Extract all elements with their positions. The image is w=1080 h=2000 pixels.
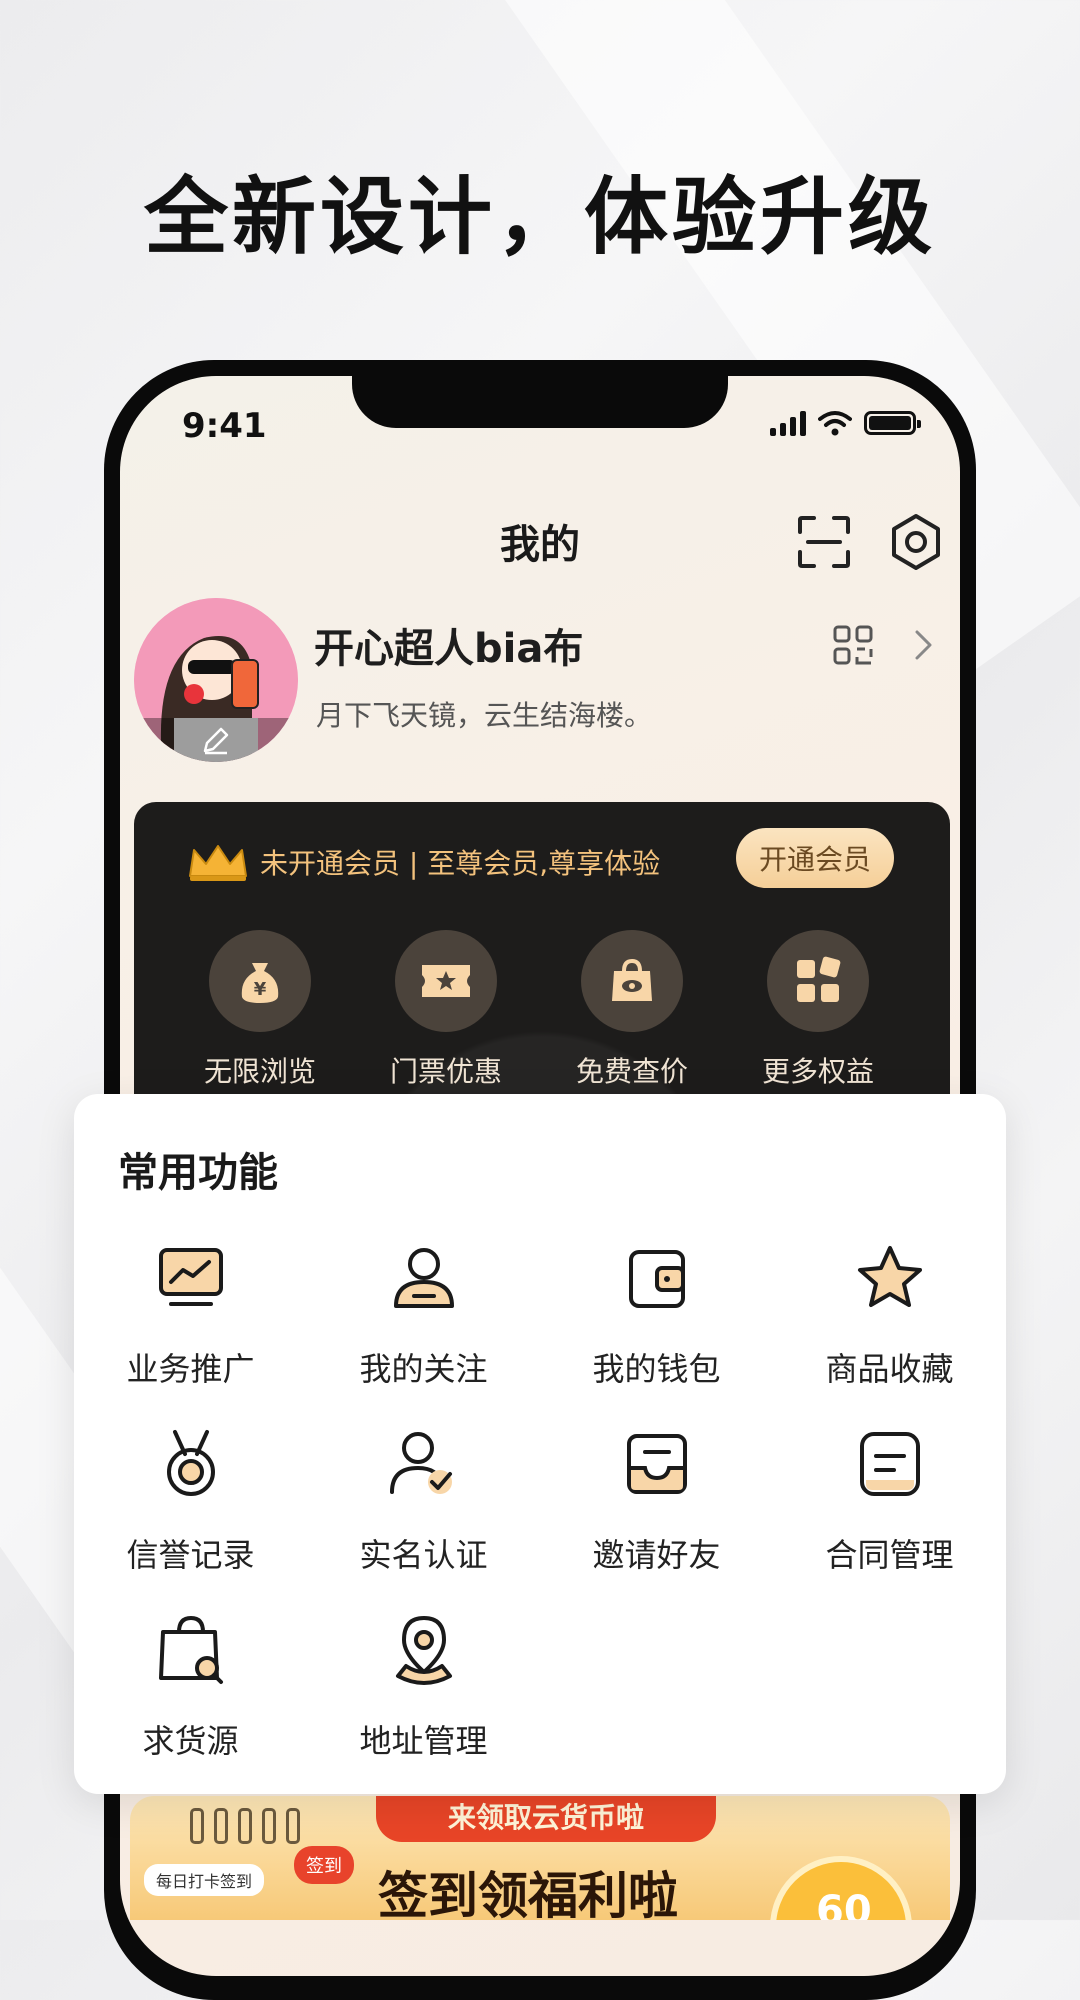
benefit-label: 门票优惠: [389, 1055, 502, 1088]
common-functions-card: 常用功能 业务推广 我的关注 我的钱包 商品收藏 信誉记录 实名认证 邀请好友 …: [74, 1094, 1006, 1794]
chevron-right-icon[interactable]: [912, 628, 936, 662]
signin-tag: 签到: [294, 1846, 354, 1884]
function-label: 邀请好友: [592, 1536, 721, 1574]
grid-icon: [797, 956, 841, 1002]
bag-search-icon: [158, 1615, 223, 1684]
coin-value: 60: [816, 1888, 872, 1920]
signal-icon: [770, 410, 806, 436]
benefit-free-price-check[interactable]: 免费查价: [552, 930, 712, 1090]
vip-card: 未开通会员 | 至尊会员,尊享体验 开通会员 ¥ 无限浏览 门票优惠 免费查价 …: [134, 802, 950, 1142]
signin-banner[interactable]: 来领取云货币啦 每日打卡签到 签到 签到领福利啦 60: [130, 1796, 950, 1920]
function-real-name-auth[interactable]: 实名认证: [307, 1424, 540, 1576]
person-check-icon: [389, 1432, 452, 1494]
wallet-icon: [628, 1250, 685, 1308]
function-business-promotion[interactable]: 业务推广: [74, 1238, 307, 1390]
inbox-icon: [626, 1434, 687, 1494]
benefit-ticket-discount[interactable]: 门票优惠: [366, 930, 526, 1090]
chart-monitor-icon: [158, 1248, 223, 1306]
wifi-icon: [818, 411, 852, 436]
benefit-more-rights[interactable]: 更多权益: [738, 930, 898, 1090]
banner-title: 签到领福利啦: [378, 1867, 678, 1920]
function-label: 业务推广: [126, 1350, 255, 1388]
pencil-icon: [203, 727, 229, 755]
benefit-label: 更多权益: [761, 1055, 874, 1088]
shopping-bag-eye-icon: [612, 958, 652, 1001]
function-my-wallet[interactable]: 我的钱包: [540, 1238, 773, 1390]
function-label: 我的关注: [359, 1350, 488, 1388]
headline: 全新设计，体验升级: [143, 168, 936, 266]
coin-icon: 60: [770, 1856, 912, 1920]
function-invite-friends[interactable]: 邀请好友: [540, 1424, 773, 1576]
document-icon: [859, 1432, 920, 1496]
daily-checkin-tag: 每日打卡签到: [144, 1864, 265, 1896]
avatar[interactable]: [134, 598, 298, 762]
location-pin-icon: [395, 1616, 452, 1685]
function-credit-record[interactable]: 信誉记录: [74, 1424, 307, 1576]
username: 开心超人bia布: [314, 626, 584, 672]
benefit-label: 无限浏览: [203, 1055, 316, 1088]
banner-ribbon: 来领取云货币啦: [376, 1796, 716, 1842]
star-icon: [857, 1246, 922, 1307]
money-bag-icon: ¥: [241, 963, 279, 1003]
benefit-unlimited-browse[interactable]: ¥ 无限浏览: [180, 930, 340, 1090]
vip-promo-text: 未开通会员 | 至尊会员,尊享体验: [260, 847, 661, 880]
function-my-follows[interactable]: 我的关注: [307, 1238, 540, 1390]
ticket-icon: [422, 965, 470, 997]
status-icons: [770, 410, 921, 436]
function-favorites[interactable]: 商品收藏: [773, 1238, 1006, 1390]
notch: [352, 376, 728, 428]
medal-icon: [166, 1430, 215, 1496]
settings-icon[interactable]: [886, 512, 946, 572]
function-label: 合同管理: [825, 1536, 954, 1574]
function-label: 信誉记录: [126, 1536, 255, 1574]
user-bio: 月下飞天镜，云生结海楼。: [316, 699, 653, 732]
crown-icon: [189, 845, 247, 881]
function-contract-management[interactable]: 合同管理: [773, 1424, 1006, 1576]
common-functions-title: 常用功能: [118, 1150, 278, 1196]
qr-code-icon[interactable]: [832, 624, 874, 666]
function-label: 我的钱包: [592, 1350, 721, 1388]
edit-avatar-button[interactable]: [134, 718, 298, 762]
function-label: 地址管理: [359, 1722, 488, 1760]
function-seek-supply[interactable]: 求货源: [74, 1610, 307, 1762]
function-label: 商品收藏: [825, 1350, 954, 1388]
open-vip-button[interactable]: 开通会员: [736, 828, 894, 888]
scan-icon[interactable]: [796, 514, 852, 570]
person-icon: [393, 1248, 454, 1308]
benefit-label: 免费查价: [575, 1055, 688, 1088]
status-time: 9:41: [182, 406, 267, 446]
function-address-management[interactable]: 地址管理: [307, 1610, 540, 1762]
calendar-icon: [190, 1808, 300, 1844]
function-label: 求货源: [142, 1722, 239, 1760]
svg-text:¥: ¥: [254, 979, 267, 1000]
function-label: 实名认证: [359, 1536, 488, 1574]
battery-icon: [864, 411, 921, 435]
